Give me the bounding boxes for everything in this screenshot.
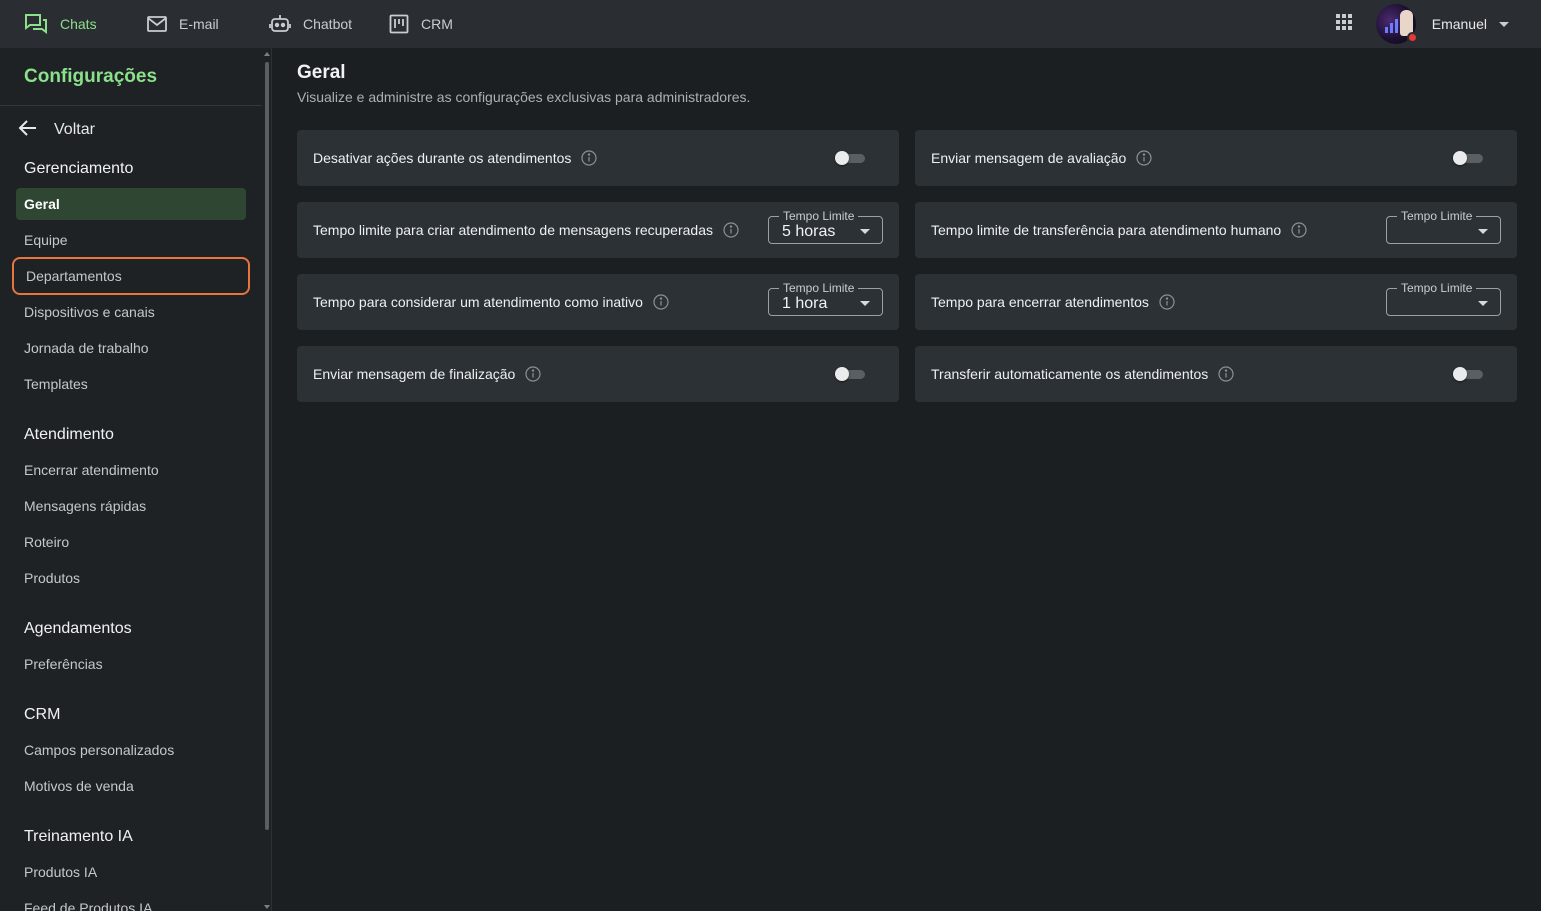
setting-card: Tempo limite de transferência para atend… bbox=[915, 202, 1517, 258]
nav-chats[interactable]: Chats bbox=[24, 0, 97, 48]
info-icon[interactable] bbox=[653, 294, 669, 310]
section-heading-crm: CRM bbox=[24, 706, 61, 723]
status-badge bbox=[1406, 32, 1418, 43]
info-icon[interactable] bbox=[525, 366, 541, 382]
page-title: Geral bbox=[297, 62, 346, 83]
nav-email-label: E-mail bbox=[179, 16, 219, 32]
time-limit-select[interactable]: Tempo Limite 5 horas bbox=[768, 209, 883, 244]
email-icon bbox=[147, 14, 167, 34]
section-heading-agendamentos: Agendamentos bbox=[24, 620, 132, 637]
select-legend: Tempo Limite bbox=[1397, 281, 1477, 295]
info-icon[interactable] bbox=[1136, 150, 1152, 166]
time-limit-select[interactable]: Tempo Limite bbox=[1386, 209, 1501, 244]
section-heading-atendimento: Atendimento bbox=[24, 426, 114, 443]
setting-label: Tempo para considerar um atendimento com… bbox=[313, 294, 643, 310]
sidebar-item-campos[interactable]: Campos personalizados bbox=[16, 734, 246, 766]
sidebar-item-geral[interactable]: Geral bbox=[16, 188, 246, 220]
select-legend: Tempo Limite bbox=[779, 209, 859, 223]
info-icon[interactable] bbox=[1218, 366, 1234, 382]
caret-down-icon bbox=[1478, 229, 1488, 234]
select-legend: Tempo Limite bbox=[1397, 209, 1477, 223]
setting-label: Tempo para encerrar atendimentos bbox=[931, 294, 1149, 310]
caret-down-icon bbox=[860, 229, 870, 234]
sidebar-item-preferencias[interactable]: Preferências bbox=[16, 648, 246, 680]
select-legend: Tempo Limite bbox=[779, 281, 859, 295]
avatar[interactable] bbox=[1375, 4, 1418, 44]
sidebar-item-departamentos[interactable]: Departamentos bbox=[12, 257, 250, 295]
setting-card: Tempo para encerrar atendimentos Tempo L… bbox=[915, 274, 1517, 330]
chevron-down-icon[interactable] bbox=[1499, 21, 1509, 27]
setting-label: Transferir automaticamente os atendiment… bbox=[931, 366, 1209, 382]
nav-chats-label: Chats bbox=[60, 16, 97, 32]
sidebar-item-roteiro[interactable]: Roteiro bbox=[16, 526, 246, 558]
time-limit-select[interactable]: Tempo Limite bbox=[1386, 281, 1501, 316]
sidebar-item-equipe[interactable]: Equipe bbox=[16, 224, 246, 256]
caret-down-icon bbox=[860, 301, 870, 306]
nav-crm-label: CRM bbox=[421, 16, 453, 32]
setting-label: Tempo limite de transferência para atend… bbox=[931, 222, 1282, 238]
sidebar-title: Configurações bbox=[24, 66, 158, 87]
setting-card: Tempo limite para criar atendimento de m… bbox=[297, 202, 899, 258]
sidebar-item-mensagens-rapidas[interactable]: Mensagens rápidas bbox=[16, 490, 246, 522]
sidebar-item-produtos-ia[interactable]: Produtos IA bbox=[16, 856, 246, 888]
page-subtitle: Visualize e administre as configurações … bbox=[297, 89, 751, 105]
top-navigation: Chats E-mail Chatbot CRM Emanuel bbox=[0, 0, 1541, 48]
sidebar-item-feed-produtos-ia[interactable]: Feed de Produtos IA bbox=[16, 892, 246, 911]
caret-down-icon bbox=[1478, 301, 1488, 306]
sidebar-item-motivos[interactable]: Motivos de venda bbox=[16, 770, 246, 802]
nav-crm[interactable]: CRM bbox=[389, 0, 453, 48]
setting-card: Transferir automaticamente os atendiment… bbox=[915, 346, 1517, 402]
nav-chatbot-label: Chatbot bbox=[303, 16, 353, 32]
select-value: 1 hora bbox=[782, 295, 828, 312]
setting-card: Enviar mensagem de finalização bbox=[297, 346, 899, 402]
sidebar-item-dispositivos[interactable]: Dispositivos e canais bbox=[16, 296, 246, 328]
back-button[interactable]: Voltar bbox=[18, 118, 95, 142]
scroll-thumb[interactable] bbox=[265, 62, 269, 830]
setting-label: Enviar mensagem de avaliação bbox=[931, 150, 1127, 166]
nav-email[interactable]: E-mail bbox=[147, 0, 219, 48]
sidebar: Configurações Voltar Gerenciamento Geral… bbox=[0, 48, 272, 911]
sidebar-item-produtos[interactable]: Produtos bbox=[16, 562, 246, 594]
setting-card: Tempo para considerar um atendimento com… bbox=[297, 274, 899, 330]
apps-grid-icon[interactable] bbox=[1335, 13, 1352, 35]
divider bbox=[0, 105, 262, 106]
setting-label: Tempo limite para criar atendimento de m… bbox=[313, 222, 713, 238]
setting-label: Enviar mensagem de finalização bbox=[313, 366, 516, 382]
info-icon[interactable] bbox=[1291, 222, 1307, 238]
sidebar-scrollbar[interactable] bbox=[262, 48, 271, 911]
section-heading-gerenciamento: Gerenciamento bbox=[24, 160, 134, 177]
info-icon[interactable] bbox=[723, 222, 739, 238]
setting-label: Desativar ações durante os atendimentos bbox=[313, 150, 572, 166]
sidebar-item-jornada[interactable]: Jornada de trabalho bbox=[16, 332, 246, 364]
chat-icon bbox=[24, 12, 48, 36]
toggle-switch[interactable] bbox=[835, 367, 867, 381]
section-heading-treinamento: Treinamento IA bbox=[24, 828, 133, 845]
sidebar-item-encerrar[interactable]: Encerrar atendimento bbox=[16, 454, 246, 486]
arrow-left-icon bbox=[18, 118, 38, 143]
scroll-down-icon[interactable] bbox=[264, 905, 270, 909]
time-limit-select[interactable]: Tempo Limite 1 hora bbox=[768, 281, 883, 316]
info-icon[interactable] bbox=[1159, 294, 1175, 310]
kanban-icon bbox=[389, 14, 409, 34]
toggle-switch[interactable] bbox=[1453, 151, 1485, 165]
nav-chatbot[interactable]: Chatbot bbox=[269, 0, 352, 48]
info-icon[interactable] bbox=[581, 150, 597, 166]
toggle-switch[interactable] bbox=[835, 151, 867, 165]
select-value: 5 horas bbox=[782, 223, 836, 240]
back-label: Voltar bbox=[54, 121, 95, 138]
setting-card: Enviar mensagem de avaliação bbox=[915, 130, 1517, 186]
scroll-up-icon[interactable] bbox=[264, 52, 270, 56]
setting-card: Desativar ações durante os atendimentos bbox=[297, 130, 899, 186]
toggle-switch[interactable] bbox=[1453, 367, 1485, 381]
user-name[interactable]: Emanuel bbox=[1432, 16, 1487, 32]
robot-icon bbox=[269, 13, 291, 35]
sidebar-item-templates[interactable]: Templates bbox=[16, 368, 246, 400]
